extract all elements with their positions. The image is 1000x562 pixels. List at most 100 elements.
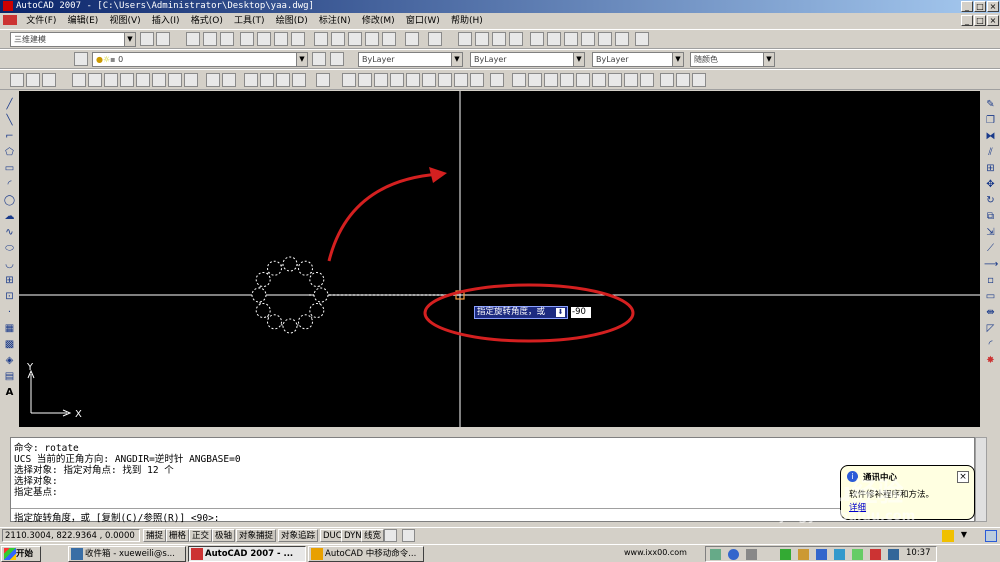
grid-toggle[interactable]: 栅格 bbox=[166, 529, 190, 542]
move-icon[interactable]: ✥ bbox=[984, 178, 997, 191]
tray-app-icon[interactable] bbox=[888, 549, 899, 560]
region-icon[interactable]: ◈ bbox=[3, 354, 16, 367]
doc-minimize-button[interactable]: _ bbox=[961, 15, 973, 26]
plot-preview-icon[interactable] bbox=[257, 32, 271, 46]
ucs-face-icon[interactable] bbox=[152, 73, 166, 87]
properties-icon[interactable] bbox=[530, 32, 544, 46]
zoom-window-icon[interactable] bbox=[492, 32, 506, 46]
osnap-toggle[interactable]: 对象捕捉 bbox=[236, 529, 277, 542]
minimize-button[interactable]: _ bbox=[961, 1, 973, 12]
fillet-icon[interactable]: ◜ bbox=[984, 338, 997, 351]
subtract-icon[interactable] bbox=[592, 73, 606, 87]
design-center-icon[interactable] bbox=[547, 32, 561, 46]
match-properties-icon[interactable] bbox=[365, 32, 379, 46]
menu-window[interactable]: 窗口(W) bbox=[402, 13, 444, 29]
undo-icon[interactable] bbox=[405, 32, 419, 46]
3d-align-icon[interactable] bbox=[676, 73, 690, 87]
erase-icon[interactable]: ✎ bbox=[984, 98, 997, 111]
cone-icon[interactable] bbox=[374, 73, 388, 87]
ucs-zaxis-icon[interactable] bbox=[104, 73, 118, 87]
help-tray-icon[interactable] bbox=[728, 549, 739, 560]
3d-dwf-icon[interactable] bbox=[291, 32, 305, 46]
tray-app-icon[interactable] bbox=[870, 549, 881, 560]
clean-screen-icon[interactable] bbox=[985, 530, 997, 542]
ellipse-icon[interactable]: ⬭ bbox=[3, 242, 16, 255]
offset-icon[interactable]: ⫽ bbox=[984, 146, 997, 159]
stretch-icon[interactable]: ⇲ bbox=[984, 226, 997, 239]
menu-edit[interactable]: 编辑(E) bbox=[64, 13, 103, 29]
maximize-button[interactable]: □ bbox=[974, 1, 986, 12]
menu-tools[interactable]: 工具(T) bbox=[230, 13, 269, 29]
visual-style-icon[interactable] bbox=[72, 73, 86, 87]
array-icon[interactable]: ⊞ bbox=[984, 162, 997, 175]
multiline-text-icon[interactable]: A bbox=[3, 386, 16, 399]
gradient-icon[interactable]: ▩ bbox=[3, 338, 16, 351]
print-icon[interactable] bbox=[240, 32, 254, 46]
chevron-down-icon[interactable]: ▼ bbox=[124, 33, 135, 46]
tray-app-icon[interactable] bbox=[834, 549, 845, 560]
sphere-icon[interactable] bbox=[390, 73, 404, 87]
sheet-set-icon[interactable] bbox=[581, 32, 595, 46]
rotate-icon[interactable]: ↻ bbox=[984, 194, 997, 207]
extend-icon[interactable]: ⟶ bbox=[984, 258, 998, 271]
menu-file[interactable]: 文件(F) bbox=[22, 13, 60, 29]
cylinder-icon[interactable] bbox=[406, 73, 420, 87]
make-current-layer-icon[interactable] bbox=[312, 52, 326, 66]
polar-toggle[interactable]: 极轴 bbox=[212, 529, 236, 542]
chevron-down-icon[interactable]: ▼ bbox=[958, 530, 970, 542]
ucs-3point-icon[interactable] bbox=[120, 73, 134, 87]
point-icon[interactable]: · bbox=[3, 306, 16, 319]
pan-icon[interactable] bbox=[458, 32, 472, 46]
plotstyle-select[interactable]: 随颜色 ▼ bbox=[690, 52, 775, 67]
helix-icon[interactable] bbox=[454, 73, 468, 87]
block-editor-icon[interactable] bbox=[382, 32, 396, 46]
close-icon[interactable]: × bbox=[957, 471, 969, 483]
ucs-x-icon[interactable] bbox=[184, 73, 198, 87]
angle-input[interactable]: -90 bbox=[570, 306, 592, 319]
hatch-icon[interactable]: ▦ bbox=[3, 322, 16, 335]
chevron-down-icon[interactable]: ▼ bbox=[763, 53, 774, 66]
layer-select[interactable]: ●☼▪ 0 ▼ bbox=[92, 52, 308, 67]
volume-icon[interactable] bbox=[746, 549, 757, 560]
chevron-down-icon[interactable]: ▼ bbox=[296, 53, 307, 66]
realistic-style-icon[interactable] bbox=[276, 73, 290, 87]
maximize-viewport-icon[interactable] bbox=[402, 529, 415, 542]
chevron-down-icon[interactable]: ▼ bbox=[672, 53, 683, 66]
conceptual-style-icon[interactable] bbox=[292, 73, 306, 87]
chamfer-icon[interactable]: ◸ bbox=[984, 322, 997, 335]
markup-icon[interactable] bbox=[598, 32, 612, 46]
3d-array-icon[interactable] bbox=[692, 73, 706, 87]
zoom-realtime-icon[interactable] bbox=[475, 32, 489, 46]
spline-icon[interactable]: ∿ bbox=[3, 226, 16, 239]
menu-format[interactable]: 格式(O) bbox=[187, 13, 227, 29]
color-select[interactable]: ByLayer ▼ bbox=[358, 52, 463, 67]
start-button[interactable]: 开始 bbox=[1, 546, 41, 562]
taskbar-task-browser[interactable]: AutoCAD 中移动命令... bbox=[308, 546, 424, 562]
visual-styles-manager-icon[interactable] bbox=[316, 73, 330, 87]
loft-icon[interactable] bbox=[560, 73, 574, 87]
paste-icon[interactable] bbox=[348, 32, 362, 46]
coordinate-display[interactable]: 2110.3004, 822.9364 , 0.0000 bbox=[2, 529, 140, 542]
pyramid-icon[interactable] bbox=[438, 73, 452, 87]
workspace-select[interactable]: 三维建模 ▼ bbox=[10, 32, 136, 47]
polyline-icon[interactable]: ⌐ bbox=[3, 130, 16, 143]
tray-app-icon[interactable] bbox=[852, 549, 863, 560]
ucs-view-icon[interactable] bbox=[168, 73, 182, 87]
taskbar-task-autocad[interactable]: AutoCAD 2007 - ... bbox=[188, 546, 306, 562]
menu-modify[interactable]: 修改(M) bbox=[358, 13, 399, 29]
break-at-point-icon[interactable]: ▫ bbox=[984, 274, 997, 287]
security-icon[interactable] bbox=[780, 549, 791, 560]
orbit-icon[interactable] bbox=[26, 73, 40, 87]
model-icon[interactable] bbox=[384, 529, 397, 542]
drawing-canvas[interactable]: Y X bbox=[19, 91, 980, 427]
redo-icon[interactable] bbox=[428, 32, 442, 46]
save-icon[interactable] bbox=[220, 32, 234, 46]
copy-icon[interactable] bbox=[331, 32, 345, 46]
doc-close-button[interactable]: × bbox=[987, 15, 999, 26]
line-icon[interactable]: ╱ bbox=[3, 98, 16, 111]
taskbar-task-outlook[interactable]: 收件箱 - xueweili@s... bbox=[68, 546, 186, 562]
hidden-style-icon[interactable] bbox=[260, 73, 274, 87]
slice-icon[interactable] bbox=[624, 73, 638, 87]
ucs-icon[interactable] bbox=[10, 73, 24, 87]
doc-restore-button[interactable]: □ bbox=[974, 15, 986, 26]
